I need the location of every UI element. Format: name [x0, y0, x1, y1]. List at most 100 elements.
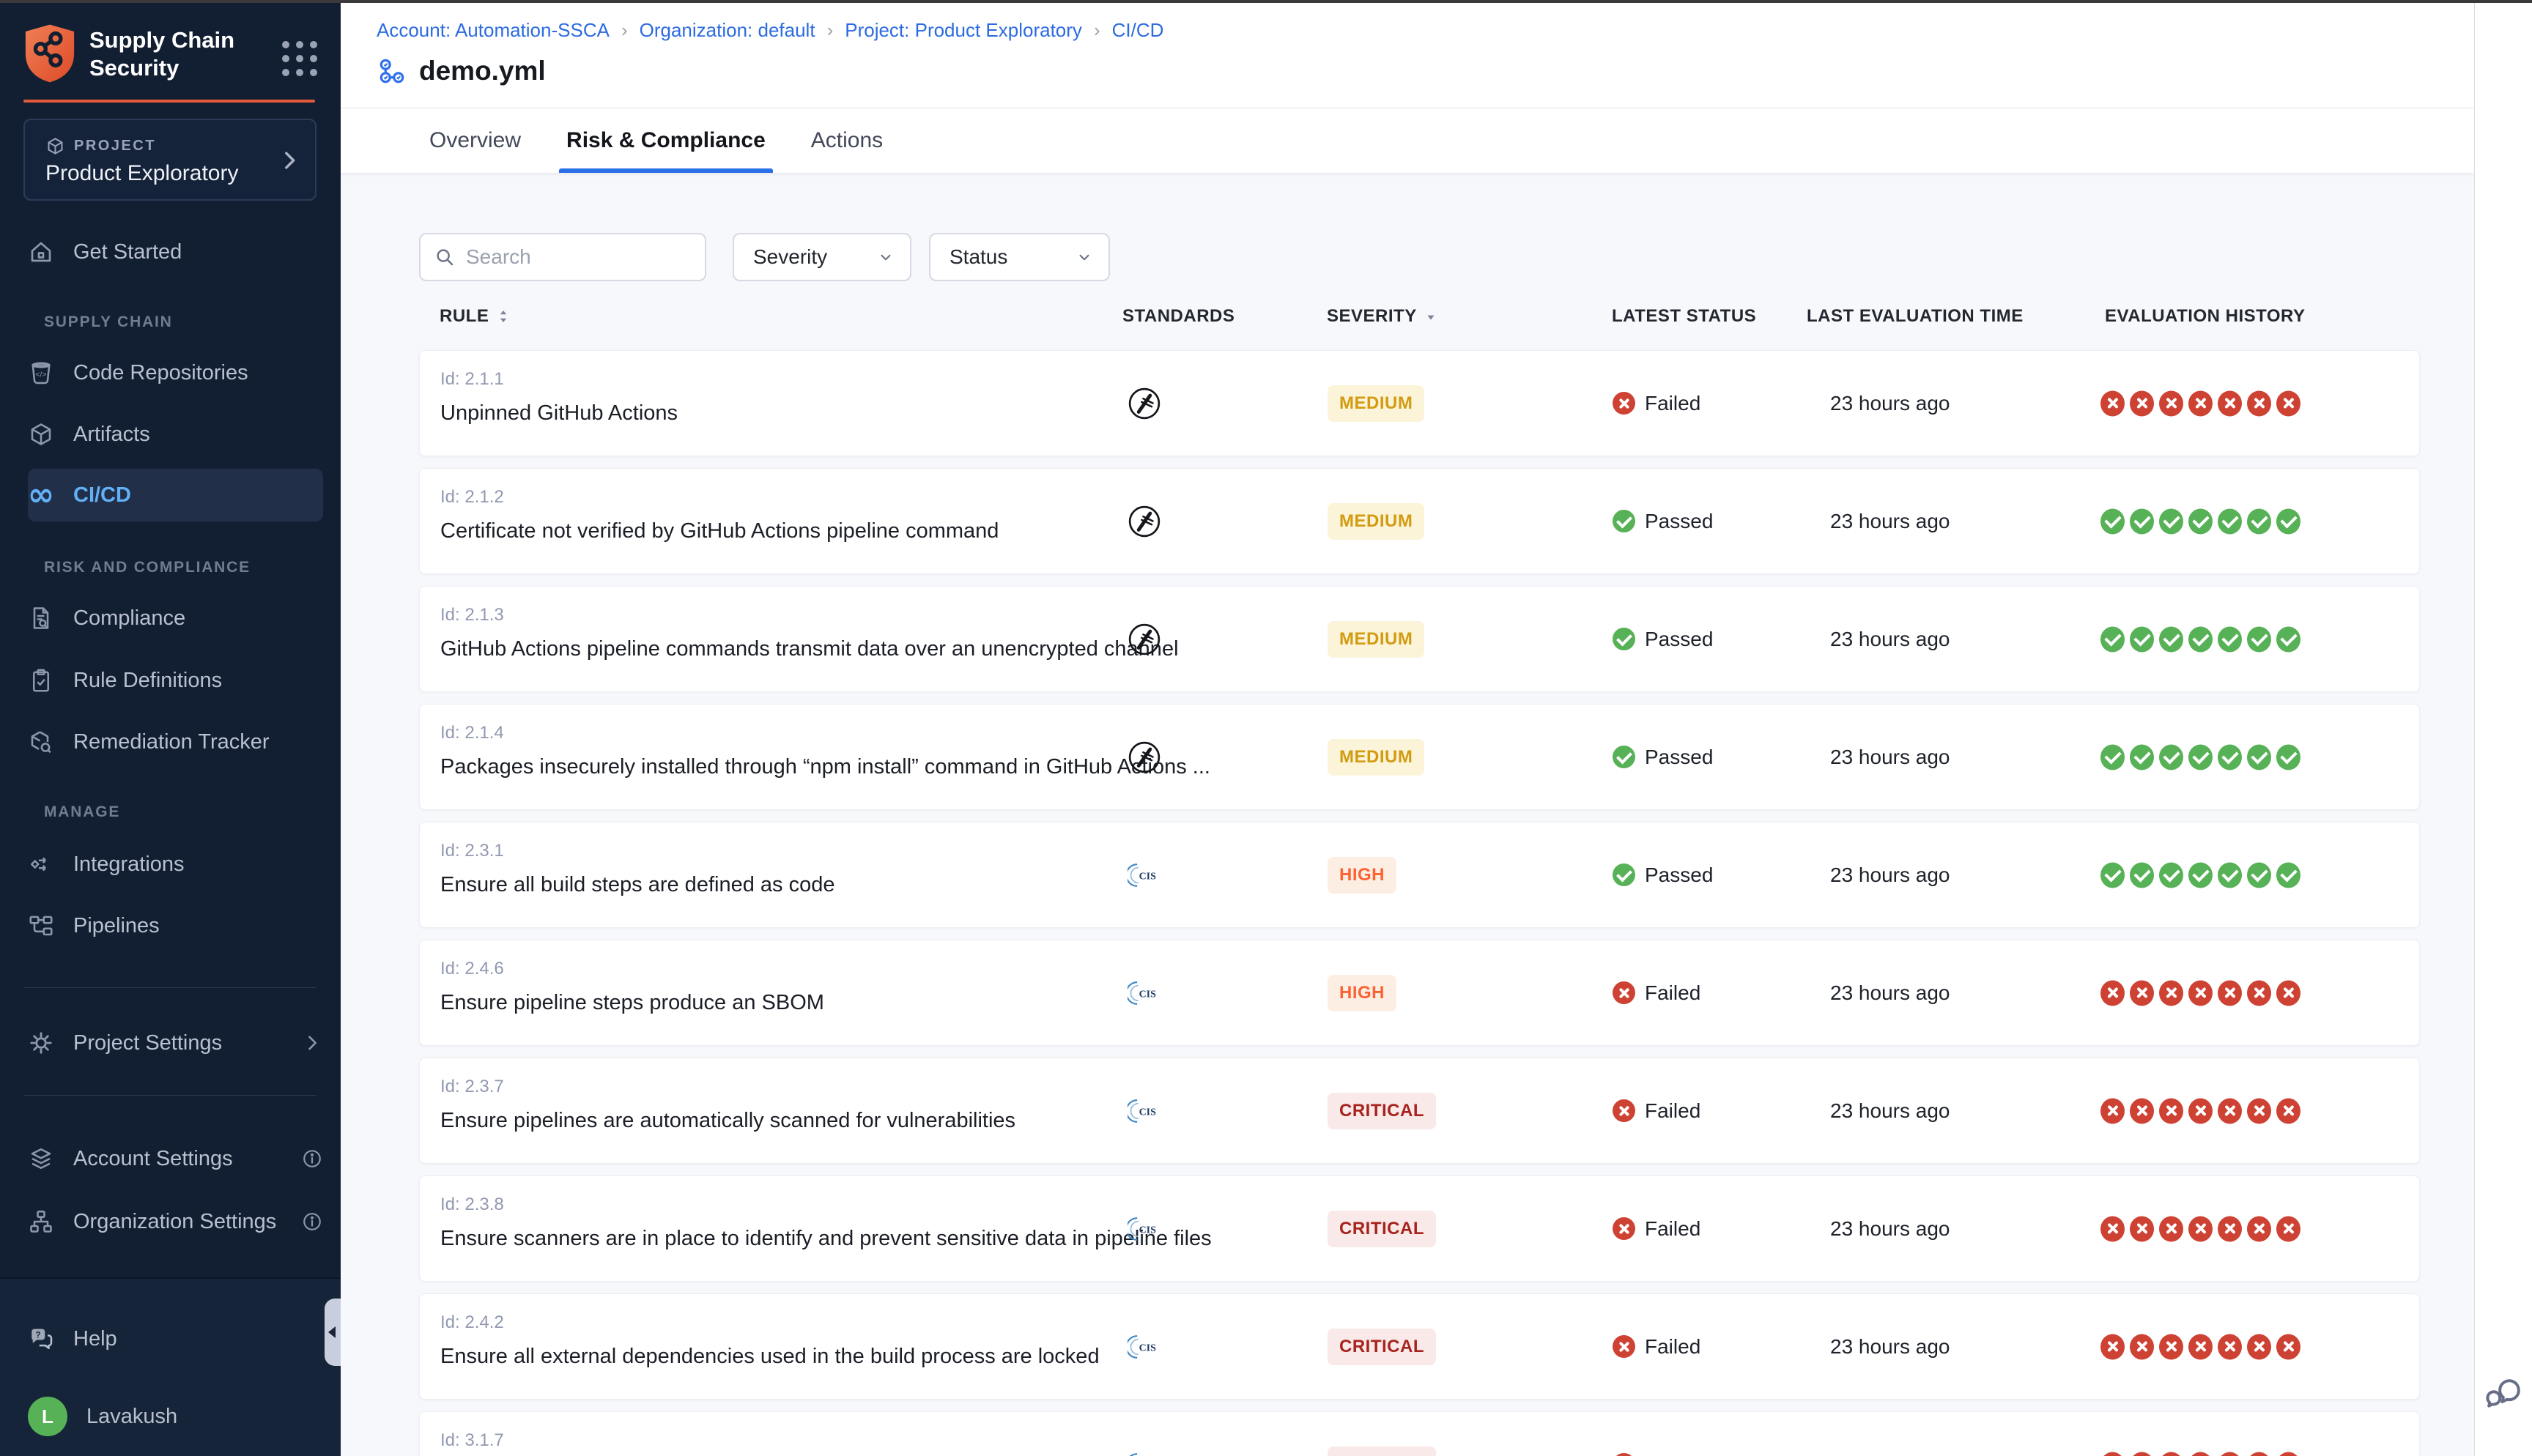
- project-label: PROJECT: [74, 138, 156, 155]
- table-row[interactable]: Id: 2.1.2 Certificate not verified by Gi…: [419, 468, 2420, 574]
- status-icon: [1613, 392, 1635, 415]
- sidebar-collapse-handle[interactable]: [325, 1299, 341, 1366]
- table-row[interactable]: Id: 2.3.7 Ensure pipelines are automatic…: [419, 1058, 2420, 1164]
- sidebar-item-label: Artifacts: [73, 423, 150, 447]
- sidebar-item-organization-settings[interactable]: Organization Settings: [28, 1201, 323, 1242]
- rule-name[interactable]: Ensure all external dependencies used in…: [440, 1345, 1100, 1369]
- svg-text:CIS: CIS: [1139, 871, 1157, 882]
- sidebar-item-compliance[interactable]: Compliance: [28, 598, 323, 639]
- history-pass-icon: [2100, 862, 2125, 888]
- table-row[interactable]: Id: 2.1.4 Packages insecurely installed …: [419, 704, 2420, 810]
- sidebar-item-project-settings[interactable]: Project Settings: [28, 1022, 323, 1063]
- status-filter-dropdown[interactable]: Status: [929, 233, 1110, 281]
- table-row[interactable]: Id: 2.1.3 GitHub Actions pipeline comman…: [419, 586, 2420, 692]
- evaluation-history: [2100, 1452, 2300, 1456]
- tab-overview[interactable]: Overview: [422, 108, 528, 173]
- evaluation-history: [2100, 744, 2300, 770]
- history-fail-icon: [2276, 1452, 2300, 1456]
- severity-badge: HIGH: [1328, 857, 1396, 894]
- severity-badge: MEDIUM: [1328, 503, 1424, 540]
- severity-badge: MEDIUM: [1328, 739, 1424, 776]
- column-header-severity[interactable]: SEVERITY: [1327, 306, 1439, 327]
- cube-wrench-icon: [28, 729, 54, 755]
- chat-launcher-icon[interactable]: [2484, 1374, 2525, 1415]
- history-pass-icon: [2130, 862, 2154, 888]
- severity-filter-dropdown[interactable]: Severity: [733, 233, 911, 281]
- rule-cell: Id: 2.1.3 GitHub Actions pipeline comman…: [440, 605, 1114, 661]
- sidebar-item-remediation-tracker[interactable]: Remediation Tracker: [28, 721, 323, 762]
- rule-name[interactable]: Ensure all build steps are defined as co…: [440, 873, 834, 897]
- breadcrumb-organization-link[interactable]: Organization: default: [640, 19, 815, 42]
- sidebar-item-help[interactable]: ? Help: [28, 1318, 323, 1359]
- sidebar-item-artifacts[interactable]: Artifacts: [28, 414, 323, 455]
- tab-actions[interactable]: Actions: [804, 108, 890, 173]
- history-pass-icon: [2130, 744, 2154, 770]
- breadcrumb-account-link[interactable]: Account: Automation-SSCA: [377, 19, 610, 42]
- rule-name[interactable]: Ensure pipelines are automatically scann…: [440, 1109, 1015, 1133]
- evaluation-history: [2100, 390, 2300, 416]
- sidebar-item-get-started[interactable]: Get Started: [28, 231, 323, 272]
- user-menu[interactable]: L Lavakush: [28, 1396, 323, 1437]
- history-pass-icon: [2130, 626, 2154, 652]
- history-pass-icon: [2188, 508, 2213, 534]
- rule-name[interactable]: GitHub Actions pipeline commands transmi…: [440, 637, 1114, 661]
- history-pass-icon: [2100, 626, 2125, 652]
- breadcrumb-separator: ›: [1094, 19, 1100, 42]
- sidebar-item-cicd[interactable]: ∞ CI/CD: [28, 469, 323, 521]
- table-row[interactable]: Id: 2.3.1 Ensure all build steps are def…: [419, 822, 2420, 928]
- history-fail-icon: [2218, 1334, 2242, 1359]
- history-fail-icon: [2100, 980, 2125, 1006]
- severity-filter-label: Severity: [753, 245, 827, 269]
- help-chat-icon: ?: [28, 1326, 54, 1352]
- history-fail-icon: [2159, 1334, 2183, 1359]
- history-fail-icon: [2159, 1098, 2183, 1123]
- rule-name[interactable]: Unpinned GitHub Actions: [440, 401, 678, 426]
- latest-status-cell: Failed: [1613, 1335, 1700, 1359]
- sidebar-item-label: Project Settings: [73, 1031, 222, 1055]
- history-fail-icon: [2218, 1452, 2242, 1456]
- user-name: Lavakush: [86, 1405, 177, 1429]
- table-row[interactable]: Id: 2.4.6 Ensure pipeline steps produce …: [419, 940, 2420, 1046]
- standards-cell: CIS: [1128, 387, 1161, 420]
- last-evaluation-time: 23 hours ago: [1830, 1453, 1950, 1456]
- sidebar-item-label: Get Started: [73, 240, 182, 264]
- rule-id: Id: 2.1.3: [440, 605, 1114, 625]
- rule-cell: Id: 2.4.6 Ensure pipeline steps produce …: [440, 959, 824, 1015]
- rule-name[interactable]: Ensure scanners are in place to identify…: [440, 1227, 1114, 1251]
- history-pass-icon: [2247, 508, 2271, 534]
- rule-name[interactable]: Certificate not verified by GitHub Actio…: [440, 519, 999, 543]
- history-pass-icon: [2218, 626, 2242, 652]
- gear-icon: [28, 1030, 54, 1056]
- sidebar-item-rule-definitions[interactable]: Rule Definitions: [28, 660, 323, 701]
- table-row[interactable]: Id: 2.1.1 Unpinned GitHub Actions: [419, 350, 2420, 456]
- last-evaluation-time: 23 hours ago: [1830, 863, 1950, 887]
- sidebar-item-pipelines[interactable]: Pipelines: [28, 905, 323, 946]
- tab-risk-and-compliance[interactable]: Risk & Compliance: [559, 108, 773, 173]
- avatar: L: [28, 1397, 67, 1436]
- table-row[interactable]: Id: 3.1.7: [419, 1411, 2420, 1456]
- sort-updown-icon[interactable]: [495, 308, 512, 325]
- sidebar-item-label: Pipelines: [73, 914, 160, 938]
- sidebar-section-manage: MANAGE: [44, 803, 326, 822]
- breadcrumb-cicd-link[interactable]: CI/CD: [1112, 19, 1164, 42]
- module-switcher-grid-icon[interactable]: [282, 41, 317, 76]
- breadcrumb-project-link[interactable]: Project: Product Exploratory: [845, 19, 1082, 42]
- search-input[interactable]: [466, 245, 692, 269]
- sidebar-item-code-repositories[interactable]: </> Code Repositories: [28, 352, 323, 393]
- search-box[interactable]: [419, 233, 706, 281]
- column-header-rule[interactable]: RULE: [440, 306, 512, 327]
- history-pass-icon: [2130, 508, 2154, 534]
- sidebar-item-account-settings[interactable]: Account Settings: [28, 1138, 323, 1179]
- svg-text:</>: </>: [35, 370, 46, 379]
- project-selector[interactable]: PROJECT Product Exploratory: [23, 119, 316, 201]
- history-fail-icon: [2159, 980, 2183, 1006]
- table-row[interactable]: Id: 2.3.8 Ensure scanners are in place t…: [419, 1175, 2420, 1282]
- sidebar-item-integrations[interactable]: Integrations: [28, 844, 323, 885]
- rule-name[interactable]: Packages insecurely installed through “n…: [440, 755, 1114, 779]
- history-fail-icon: [2247, 1098, 2271, 1123]
- app-title: Supply Chain Security: [89, 26, 234, 82]
- table-row[interactable]: Id: 2.4.2 Ensure all external dependenci…: [419, 1293, 2420, 1400]
- latest-status-cell: Passed: [1613, 863, 1713, 887]
- rule-name[interactable]: Ensure pipeline steps produce an SBOM: [440, 991, 824, 1015]
- cis-standard-icon: CIS: [1128, 858, 1161, 892]
